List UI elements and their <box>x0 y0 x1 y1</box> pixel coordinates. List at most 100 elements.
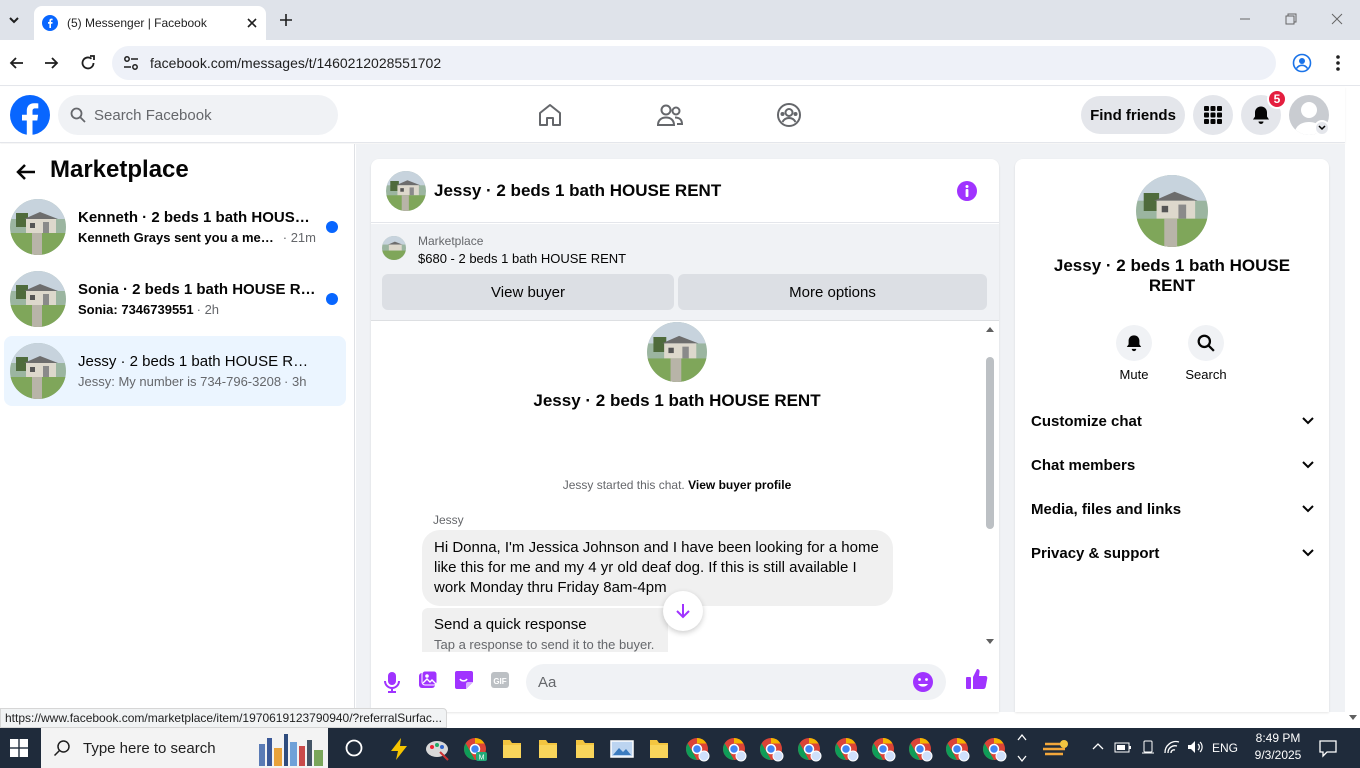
action-center-notification-icon[interactable] <box>1318 738 1338 758</box>
back-arrow-icon[interactable] <box>8 54 26 72</box>
window-minimize-icon[interactable] <box>1238 12 1252 26</box>
view-buyer-button[interactable]: View buyer <box>382 274 674 310</box>
weather-widget-icon[interactable] <box>1042 736 1068 762</box>
thread-jessy[interactable]: Jessy · 2 beds 1 bath HOUSE RENT Jessy: … <box>4 336 346 406</box>
chrome-window-icon[interactable] <box>981 736 1007 762</box>
window-close-icon[interactable] <box>1330 12 1344 26</box>
volume-icon[interactable] <box>1186 739 1204 755</box>
message-bubble[interactable]: Hi Donna, I'm Jessica Johnson and I have… <box>422 530 893 606</box>
thread-sonia[interactable]: Sonia · 2 beds 1 bath HOUSE RENT Sonia: … <box>4 265 346 333</box>
reload-icon[interactable] <box>79 54 97 72</box>
chat-title[interactable]: Jessy · 2 beds 1 bath HOUSE RENT <box>434 181 721 201</box>
winamp-lightning-icon[interactable] <box>386 736 412 762</box>
groups-icon[interactable] <box>776 102 802 128</box>
chrome-window-icon[interactable] <box>870 736 896 762</box>
facebook-logo-icon[interactable] <box>10 95 50 135</box>
message-input-box[interactable] <box>526 664 946 700</box>
scroll-up-arrow-icon[interactable] <box>985 325 995 333</box>
search-in-conversation-button[interactable] <box>1188 325 1224 361</box>
scroll-down-arrow-icon[interactable] <box>985 638 995 646</box>
search-icon <box>70 107 86 123</box>
chat-scrollbar-thumb[interactable] <box>986 357 994 529</box>
media-files-links-section[interactable]: Media, files and links <box>1031 491 1315 527</box>
clock-time: 8:49 PM <box>1255 731 1301 745</box>
sticker-icon[interactable] <box>454 670 474 690</box>
page-scroll-down-arrow-icon[interactable] <box>1348 714 1358 722</box>
scroll-to-bottom-button[interactable] <box>663 591 703 631</box>
listing-house-thumbnail <box>10 199 66 255</box>
view-buyer-profile-link[interactable]: View buyer profile <box>688 478 791 492</box>
network-device-icon[interactable] <box>1140 739 1156 755</box>
conversation-name: Jessy · 2 beds 1 bath HOUSE RENT <box>533 391 821 410</box>
tab-search-chevron-icon[interactable] <box>6 12 22 28</box>
chat-avatar[interactable] <box>386 170 426 211</box>
privacy-support-section[interactable]: Privacy & support <box>1031 535 1315 571</box>
conversation-info-icon[interactable] <box>956 180 978 202</box>
chevron-down-icon <box>1302 549 1314 557</box>
thread-kenneth[interactable]: Kenneth · 2 beds 1 bath HOUSE ... Kennet… <box>4 193 346 261</box>
chrome-profile-m-icon[interactable]: M <box>462 736 488 762</box>
search-action[interactable]: Search <box>1176 325 1236 382</box>
battery-icon[interactable] <box>1114 739 1132 755</box>
folder-icon[interactable] <box>535 736 561 762</box>
chat-members-section[interactable]: Chat members <box>1031 447 1315 483</box>
new-tab-plus-icon[interactable] <box>278 12 294 28</box>
chrome-window-icon[interactable] <box>944 736 970 762</box>
tab-close-icon[interactable] <box>246 17 258 29</box>
forward-arrow-icon[interactable] <box>42 54 60 72</box>
microphone-icon[interactable] <box>384 671 400 693</box>
emoji-icon[interactable] <box>912 671 934 693</box>
facebook-search-box[interactable] <box>58 95 338 135</box>
thumbs-up-icon[interactable] <box>965 667 989 691</box>
window-restore-icon[interactable] <box>1284 12 1298 26</box>
mute-button[interactable] <box>1116 325 1152 361</box>
find-friends-button[interactable]: Find friends <box>1081 96 1185 134</box>
photo-viewer-icon[interactable] <box>609 736 635 762</box>
chrome-window-icon[interactable] <box>721 736 747 762</box>
facebook-search-input[interactable] <box>94 106 314 124</box>
folder-icon[interactable] <box>572 736 598 762</box>
thread-time: · 3h <box>284 374 307 389</box>
paint-palette-icon[interactable] <box>424 736 450 762</box>
home-icon[interactable] <box>537 102 563 128</box>
gif-icon[interactable]: GIF <box>490 670 510 690</box>
chrome-window-icon[interactable] <box>907 736 933 762</box>
quick-response-card[interactable]: Send a quick response Tap a response to … <box>422 608 668 652</box>
address-bar[interactable]: facebook.com/messages/t/1460212028551702 <box>112 46 1276 80</box>
folder-icon[interactable] <box>646 736 672 762</box>
photo-attach-icon[interactable] <box>418 670 438 690</box>
windows-start-icon[interactable] <box>10 739 28 757</box>
more-options-button[interactable]: More options <box>678 274 987 310</box>
listing-title[interactable]: $680 - 2 beds 1 bath HOUSE RENT <box>418 251 626 266</box>
chrome-window-icon[interactable] <box>758 736 784 762</box>
friends-icon[interactable] <box>656 102 684 128</box>
input-language[interactable]: ENG <box>1212 741 1238 755</box>
back-arrow-icon[interactable] <box>14 160 38 184</box>
marketplace-label: Marketplace <box>418 234 484 248</box>
chrome-window-icon[interactable] <box>796 736 822 762</box>
site-settings-icon[interactable] <box>122 54 140 72</box>
file-explorer-folder-icon[interactable] <box>499 736 525 762</box>
message-input[interactable] <box>538 673 912 691</box>
tray-chevron-up-icon[interactable] <box>1092 741 1104 751</box>
task-view-icon[interactable] <box>344 738 364 758</box>
info-avatar <box>1136 175 1208 247</box>
browser-tab-messenger[interactable]: (5) Messenger | Facebook <box>34 6 266 40</box>
taskbar-clock[interactable]: 8:49 PM 9/3/2025 <box>1245 731 1311 762</box>
url-text: facebook.com/messages/t/1460212028551702 <box>150 55 442 71</box>
thread-preview: Sonia: 7346739551 <box>78 302 194 317</box>
thread-preview: Kenneth Grays sent you a messa... <box>78 230 280 245</box>
customize-chat-section[interactable]: Customize chat <box>1031 403 1315 439</box>
chrome-window-icon[interactable] <box>684 736 710 762</box>
thread-time: · 2h <box>196 302 220 317</box>
browser-profile-icon[interactable] <box>1292 53 1312 73</box>
browser-menu-kebab-icon[interactable] <box>1330 53 1346 73</box>
mute-action[interactable]: Mute <box>1104 325 1164 382</box>
menu-grid-button[interactable] <box>1193 95 1233 135</box>
chrome-window-icon[interactable] <box>833 736 859 762</box>
thread-name: Kenneth · 2 beds 1 bath HOUSE ... <box>78 209 316 226</box>
wifi-icon[interactable] <box>1163 739 1181 755</box>
taskbar-scroll-arrows-icon[interactable] <box>1017 730 1027 766</box>
taskbar-search-box[interactable]: Type here to search <box>41 728 328 768</box>
account-chevron-down-icon[interactable] <box>1314 120 1330 136</box>
